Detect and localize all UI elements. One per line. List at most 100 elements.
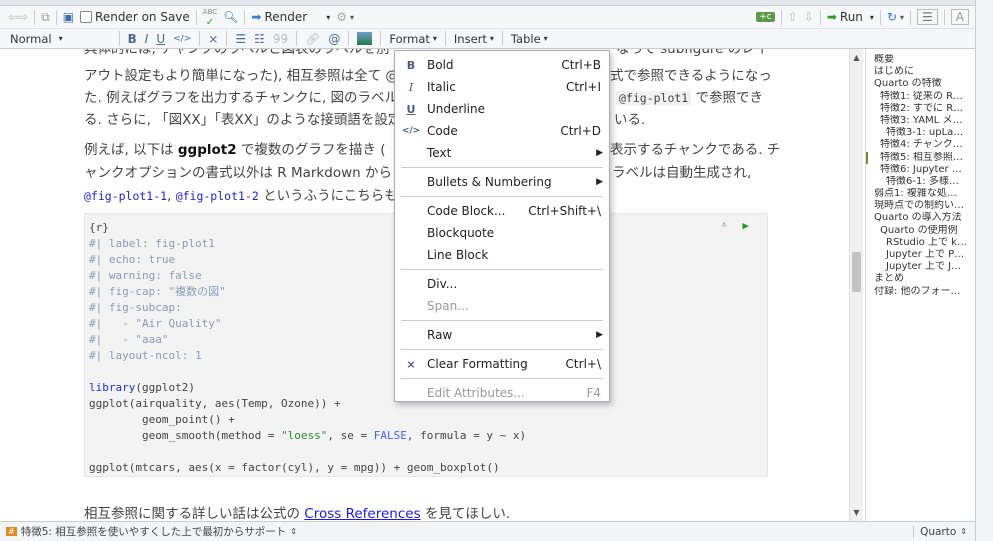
outline-item[interactable]: Jupyter 上で J… [866,261,975,273]
outline-item[interactable]: 特徴2: すでに R… [866,103,975,115]
divider [819,9,821,25]
outline-item[interactable]: まとめ [866,273,975,285]
chevron-down-icon[interactable]: ▾ [326,13,330,22]
arrow-up-icon[interactable]: ⇧ [788,10,798,24]
style-label: Normal [10,31,52,46]
paragraph-line: 具体的には, チャンクのラベルと図表のラベルを別 [84,49,390,57]
outline-item[interactable]: Quarto の特徴 [866,78,975,90]
cross-ref[interactable]: @fig-plot1-1 [84,189,167,203]
bold-icon[interactable]: B [128,32,137,46]
outline-item[interactable]: 概要 [866,54,975,66]
chevron-down-icon[interactable]: ▾ [870,13,874,22]
menu-item-bullets-numbering[interactable]: Bullets & Numbering ▶ [395,171,609,193]
menu-item-span[interactable]: Span... [395,295,609,317]
menu-item-div[interactable]: Div... [395,273,609,295]
blockquote-icon[interactable]: 99 [273,32,288,46]
menu-item-blockquote[interactable]: Blockquote [395,222,609,244]
menu-item-text[interactable]: Text ▶ [395,142,609,164]
outline-item[interactable]: 弱点1: 複雑な処… [866,188,975,200]
render-on-save-label: Render on Save [95,10,190,24]
insert-menu-button[interactable]: Insert ▾ [454,32,494,46]
link-icon[interactable]: 🔗︎ [305,32,320,46]
rerun-icon[interactable]: ↻ ▾ [887,10,904,24]
underline-icon[interactable]: U [156,32,165,46]
current-section[interactable]: 特徴5: 相互参照を使いやすくした上で最初からサポート [21,524,287,539]
numbered-list-icon[interactable]: ☷ [254,32,265,46]
outline-item[interactable]: 特徴3: YAML メ… [866,115,975,127]
shortcut-label: Ctrl+Shift+\ [528,204,601,218]
save-icon[interactable]: ▣ [63,10,74,24]
menu-item-underline[interactable]: U Underline [395,98,609,120]
code-string: "loess" [281,429,328,442]
shortcut-label: Ctrl+D [560,124,601,138]
insert-chunk-icon[interactable]: +c [756,12,775,22]
divider [380,31,382,46]
italic-icon[interactable]: I [145,32,149,46]
run-chunk-icon[interactable]: ▶ [742,219,749,232]
bullet-list-icon[interactable]: ☰ [235,32,246,46]
render-button[interactable]: ➡ Render ▾ [251,10,330,24]
right-pane [975,0,993,541]
outline-item[interactable]: Quarto の導入方法 [866,212,975,224]
code-text: , se = [327,429,374,442]
menu-item-clear-formatting[interactable]: ⨯ Clear Formatting Ctrl+\ [395,353,609,375]
back-forward-icon[interactable]: ⇦⇨ [8,10,28,24]
shortcut-label: Ctrl+I [566,80,601,94]
bold-icon: B [406,58,416,72]
outline-item[interactable]: 特徴5: 相互参照… [866,151,975,164]
outline-item[interactable]: 特徴4: チャンク… [866,139,975,151]
run-button[interactable]: ➡ Run ▾ [827,10,874,24]
paragraph-line: た. 例えばグラフを出力するチャンクに, 図のラベル [84,90,399,106]
italic-icon: I [408,80,414,94]
code-icon[interactable]: </> [173,34,191,44]
outline-item[interactable]: RStudio 上で k… [866,237,975,249]
checkbox-icon[interactable] [80,11,93,23]
cross-references-link[interactable]: Cross References [304,506,420,521]
citation-icon[interactable]: @ [328,32,340,46]
find-icon[interactable]: 🔍︎ [223,10,238,24]
table-menu-button[interactable]: Table ▾ [511,32,548,46]
arrow-down-icon[interactable]: ⇩ [804,10,814,24]
outline-item[interactable]: 現時点での制約い… [866,200,975,212]
divider [296,31,298,46]
format-menu: B Bold Ctrl+B I Italic Ctrl+I U Underline </> Cod… [394,50,610,402]
render-on-save-checkbox[interactable]: Render on Save [80,10,190,24]
text: というふうにこちらも簡 [258,188,412,204]
outline-item[interactable]: はじめに [866,66,975,78]
scrollbar-thumb[interactable] [852,252,861,292]
outline-toggle-icon[interactable]: ☰ [917,9,938,25]
menu-item-italic[interactable]: I Italic Ctrl+I [395,76,609,98]
image-icon[interactable] [357,32,373,45]
visual-editor-icon[interactable]: A [950,9,969,25]
outline-item[interactable]: Quarto の使用例 [866,225,975,237]
render-label: Render [264,10,308,24]
outline-item[interactable]: 特徴1: 従来の R… [866,91,975,103]
divider [226,31,228,46]
divider [55,9,57,25]
menu-item-edit-attributes[interactable]: Edit Attributes... F4 [395,382,609,404]
menu-item-line-block[interactable]: Line Block [395,244,609,266]
cross-ref[interactable]: @fig-plot1-2 [176,189,259,203]
show-in-window-icon[interactable]: ⧉ [41,10,50,25]
outline-item[interactable]: 特徴6-1: 多様… [866,176,975,188]
menu-item-code[interactable]: </> Code Ctrl+D [395,120,609,142]
scroll-down-icon[interactable]: ▼ [850,508,863,517]
document-mode[interactable]: Quarto [913,525,956,538]
menu-item-label: Bold [427,58,454,72]
clear-formatting-icon[interactable]: ⨯ [208,32,218,46]
outline-item[interactable]: 特徴3-1: upLa… [866,127,975,139]
outline-item[interactable]: 特徴6: Jupyter … [866,164,975,176]
menu-item-code-block[interactable]: Code Block... Ctrl+Shift+\ [395,200,609,222]
outline-item[interactable]: 付録: 他のフォー… [866,286,975,298]
divider [348,31,350,46]
paragraph-style-dropdown[interactable]: Normal ▾ [10,32,63,46]
clear-formatting-icon: ⨯ [406,357,416,371]
run-previous-chunks-icon[interactable]: ⩡ [721,220,727,231]
menu-item-raw[interactable]: Raw ▶ [395,324,609,346]
gear-icon[interactable]: ⚙ ▾ [336,10,354,24]
scroll-up-icon[interactable]: ▲ [850,53,863,62]
spellcheck-icon[interactable]: ABC ✓ [203,8,217,27]
format-menu-button[interactable]: Format ▾ [389,32,437,46]
outline-item[interactable]: Jupyter 上で P… [866,249,975,261]
menu-item-bold[interactable]: B Bold Ctrl+B [395,54,609,76]
